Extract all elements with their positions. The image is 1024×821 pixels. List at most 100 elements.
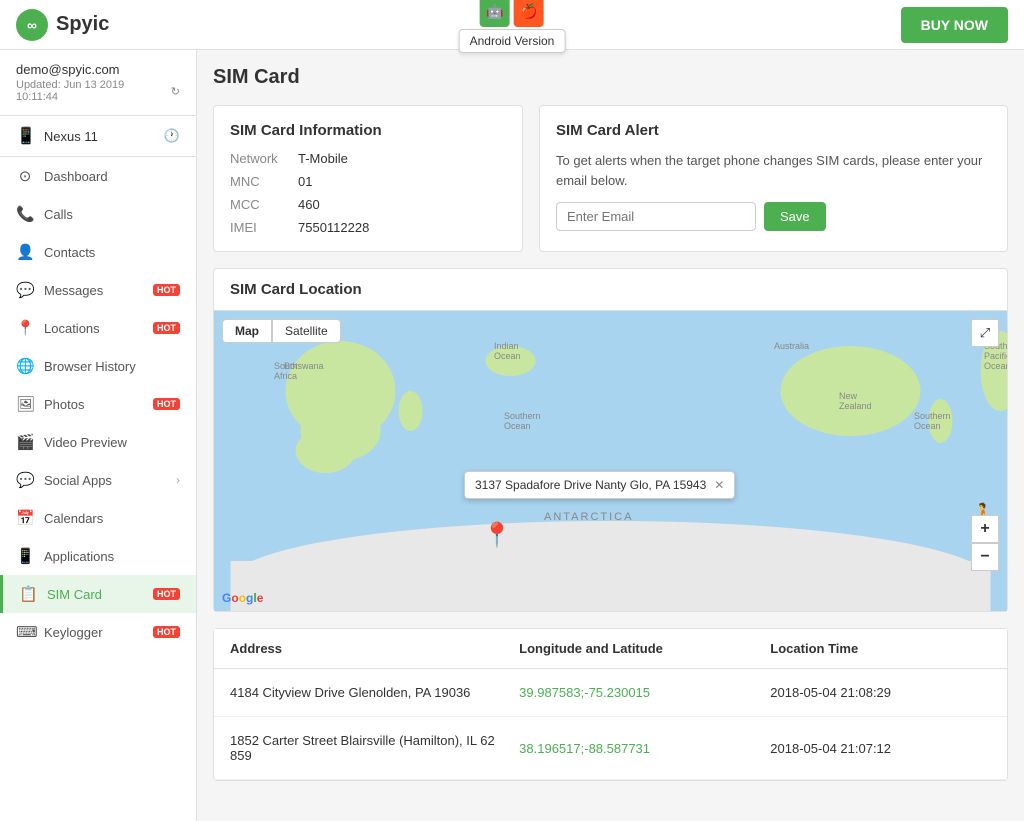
sim-card-info-card: SIM Card Information Network T-Mobile MN…	[213, 105, 523, 252]
table-header: Address Longitude and Latitude Location …	[214, 629, 1007, 669]
map-popup-address: 3137 Spadafore Drive Nanty Glo, PA 15943	[475, 478, 706, 492]
logo-icon: ∞	[16, 9, 48, 41]
sim-info-title: SIM Card Information	[230, 122, 506, 139]
calendars-label: Calendars	[44, 511, 180, 526]
map-label-southern-ocean-right: SouthernOcean	[914, 411, 951, 431]
sim-alert-email-input[interactable]	[556, 202, 756, 231]
row-1-coords: 38.196517;-88.587731	[519, 741, 770, 756]
keylogger-hot-badge: HOT	[153, 626, 180, 638]
photos-icon: 🖼	[16, 395, 34, 413]
logo: ∞ Spyic	[16, 9, 109, 41]
refresh-icon[interactable]: ↻	[171, 85, 180, 98]
sidebar-account: demo@spyic.com Updated: Jun 13 2019 10:1…	[0, 50, 196, 116]
social-apps-label: Social Apps	[44, 473, 166, 488]
mnc-label: MNC	[230, 174, 290, 189]
mnc-row: MNC 01	[230, 174, 506, 189]
keylogger-label: Keylogger	[44, 625, 139, 640]
sidebar-item-calendars[interactable]: 📅 Calendars	[0, 499, 196, 537]
browser-history-label: Browser History	[44, 359, 180, 374]
sim-card-icon: 📋	[19, 585, 37, 603]
map-popup: 3137 Spadafore Drive Nanty Glo, PA 15943…	[464, 471, 735, 499]
imei-label: IMEI	[230, 220, 290, 235]
sidebar-item-applications[interactable]: 📱 Applications	[0, 537, 196, 575]
imei-value: 7550112228	[298, 220, 369, 235]
map-popup-close[interactable]: ✕	[714, 478, 724, 492]
map-tab-map[interactable]: Map	[222, 319, 272, 343]
map-label-south-africa: SouthAfrica	[274, 361, 298, 381]
locations-label: Locations	[44, 321, 139, 336]
map-background: Botswana IndianOcean Australia SouthPaci…	[214, 311, 1007, 611]
calendars-icon: 📅	[16, 509, 34, 527]
sidebar-email: demo@spyic.com	[16, 62, 180, 77]
map-tabs: Map Satellite	[222, 319, 341, 343]
messages-icon: 💬	[16, 281, 34, 299]
sidebar-updated: Updated: Jun 13 2019 10:11:44 ↻	[16, 79, 180, 103]
map-label-new-zealand: NewZealand	[839, 391, 872, 411]
android-icon[interactable]: 🤖	[480, 0, 510, 27]
table-row: 4184 Cityview Drive Glenolden, PA 19036 …	[214, 669, 1007, 717]
sidebar-item-sim-card[interactable]: 📋 SIM Card HOT	[0, 575, 196, 613]
network-value: T-Mobile	[298, 151, 348, 166]
map-fullscreen-button[interactable]: ⤢	[971, 319, 999, 347]
row-1-address: 1852 Carter Street Blairsville (Hamilton…	[230, 733, 519, 763]
sim-info-table: Network T-Mobile MNC 01 MCC 460 IMEI 755…	[230, 151, 506, 235]
device-icon: 📱	[16, 126, 36, 146]
table-rows: 4184 Cityview Drive Glenolden, PA 19036 …	[214, 669, 1007, 780]
row-1-time: 2018-05-04 21:07:12	[770, 741, 991, 756]
map-label-antarctica: ANTARCTICA	[544, 511, 633, 523]
header: ∞ Spyic 🤖 🍎 Android Version BUY NOW	[0, 0, 1024, 50]
mcc-row: MCC 460	[230, 197, 506, 212]
ios-icon[interactable]: 🍎	[514, 0, 544, 27]
photos-hot-badge: HOT	[153, 398, 180, 410]
device-name: Nexus 11	[44, 129, 156, 144]
locations-icon: 📍	[16, 319, 34, 337]
calls-icon: 📞	[16, 205, 34, 223]
buy-now-button[interactable]: BUY NOW	[901, 7, 1008, 43]
sim-alert-title: SIM Card Alert	[556, 122, 991, 139]
device-selector[interactable]: 📱 Nexus 11 🕐	[0, 116, 196, 157]
platform-tooltip: Android Version	[459, 29, 566, 53]
imei-row: IMEI 7550112228	[230, 220, 506, 235]
sidebar-item-keylogger[interactable]: ⌨ Keylogger HOT	[0, 613, 196, 651]
sidebar-item-calls[interactable]: 📞 Calls	[0, 195, 196, 233]
sim-alert-save-button[interactable]: Save	[764, 202, 826, 231]
social-apps-arrow-icon: ›	[176, 473, 180, 487]
sidebar-item-social-apps[interactable]: 💬 Social Apps ›	[0, 461, 196, 499]
map-section-header: SIM Card Location	[214, 269, 1007, 311]
sidebar-item-video-preview[interactable]: 🎬 Video Preview	[0, 423, 196, 461]
dashboard-icon: ⊙	[16, 167, 34, 185]
social-apps-icon: 💬	[16, 471, 34, 489]
dashboard-label: Dashboard	[44, 169, 180, 184]
messages-label: Messages	[44, 283, 139, 298]
platform-icons: 🤖 🍎	[480, 0, 544, 27]
sidebar-item-photos[interactable]: 🖼 Photos HOT	[0, 385, 196, 423]
map-zoom-out-button[interactable]: −	[971, 543, 999, 571]
cards-row: SIM Card Information Network T-Mobile MN…	[213, 105, 1008, 252]
video-preview-icon: 🎬	[16, 433, 34, 451]
network-row: Network T-Mobile	[230, 151, 506, 166]
sidebar-item-dashboard[interactable]: ⊙ Dashboard	[0, 157, 196, 195]
contacts-label: Contacts	[44, 245, 180, 260]
device-clock-icon: 🕐	[164, 128, 180, 144]
sim-card-alert-card: SIM Card Alert To get alerts when the ta…	[539, 105, 1008, 252]
sim-card-label: SIM Card	[47, 587, 139, 602]
sidebar-item-messages[interactable]: 💬 Messages HOT	[0, 271, 196, 309]
sidebar-item-locations[interactable]: 📍 Locations HOT	[0, 309, 196, 347]
table-row: 1852 Carter Street Blairsville (Hamilton…	[214, 717, 1007, 780]
updated-text: Updated: Jun 13 2019 10:11:44	[16, 79, 167, 103]
map-label-australia: Australia	[774, 341, 809, 351]
sidebar-item-browser-history[interactable]: 🌐 Browser History	[0, 347, 196, 385]
map-zoom-in-button[interactable]: +	[971, 515, 999, 543]
col-header-address: Address	[230, 641, 519, 656]
mcc-label: MCC	[230, 197, 290, 212]
map-container: Botswana IndianOcean Australia SouthPaci…	[214, 311, 1007, 611]
photos-label: Photos	[44, 397, 139, 412]
map-tab-satellite[interactable]: Satellite	[272, 319, 341, 343]
row-0-coords: 39.987583;-75.230015	[519, 685, 770, 700]
sidebar-item-contacts[interactable]: 👤 Contacts	[0, 233, 196, 271]
col-header-coords: Longitude and Latitude	[519, 641, 770, 656]
network-label: Network	[230, 151, 290, 166]
logo-text: Spyic	[56, 13, 109, 36]
location-data-table: Address Longitude and Latitude Location …	[213, 628, 1008, 781]
calls-label: Calls	[44, 207, 180, 222]
